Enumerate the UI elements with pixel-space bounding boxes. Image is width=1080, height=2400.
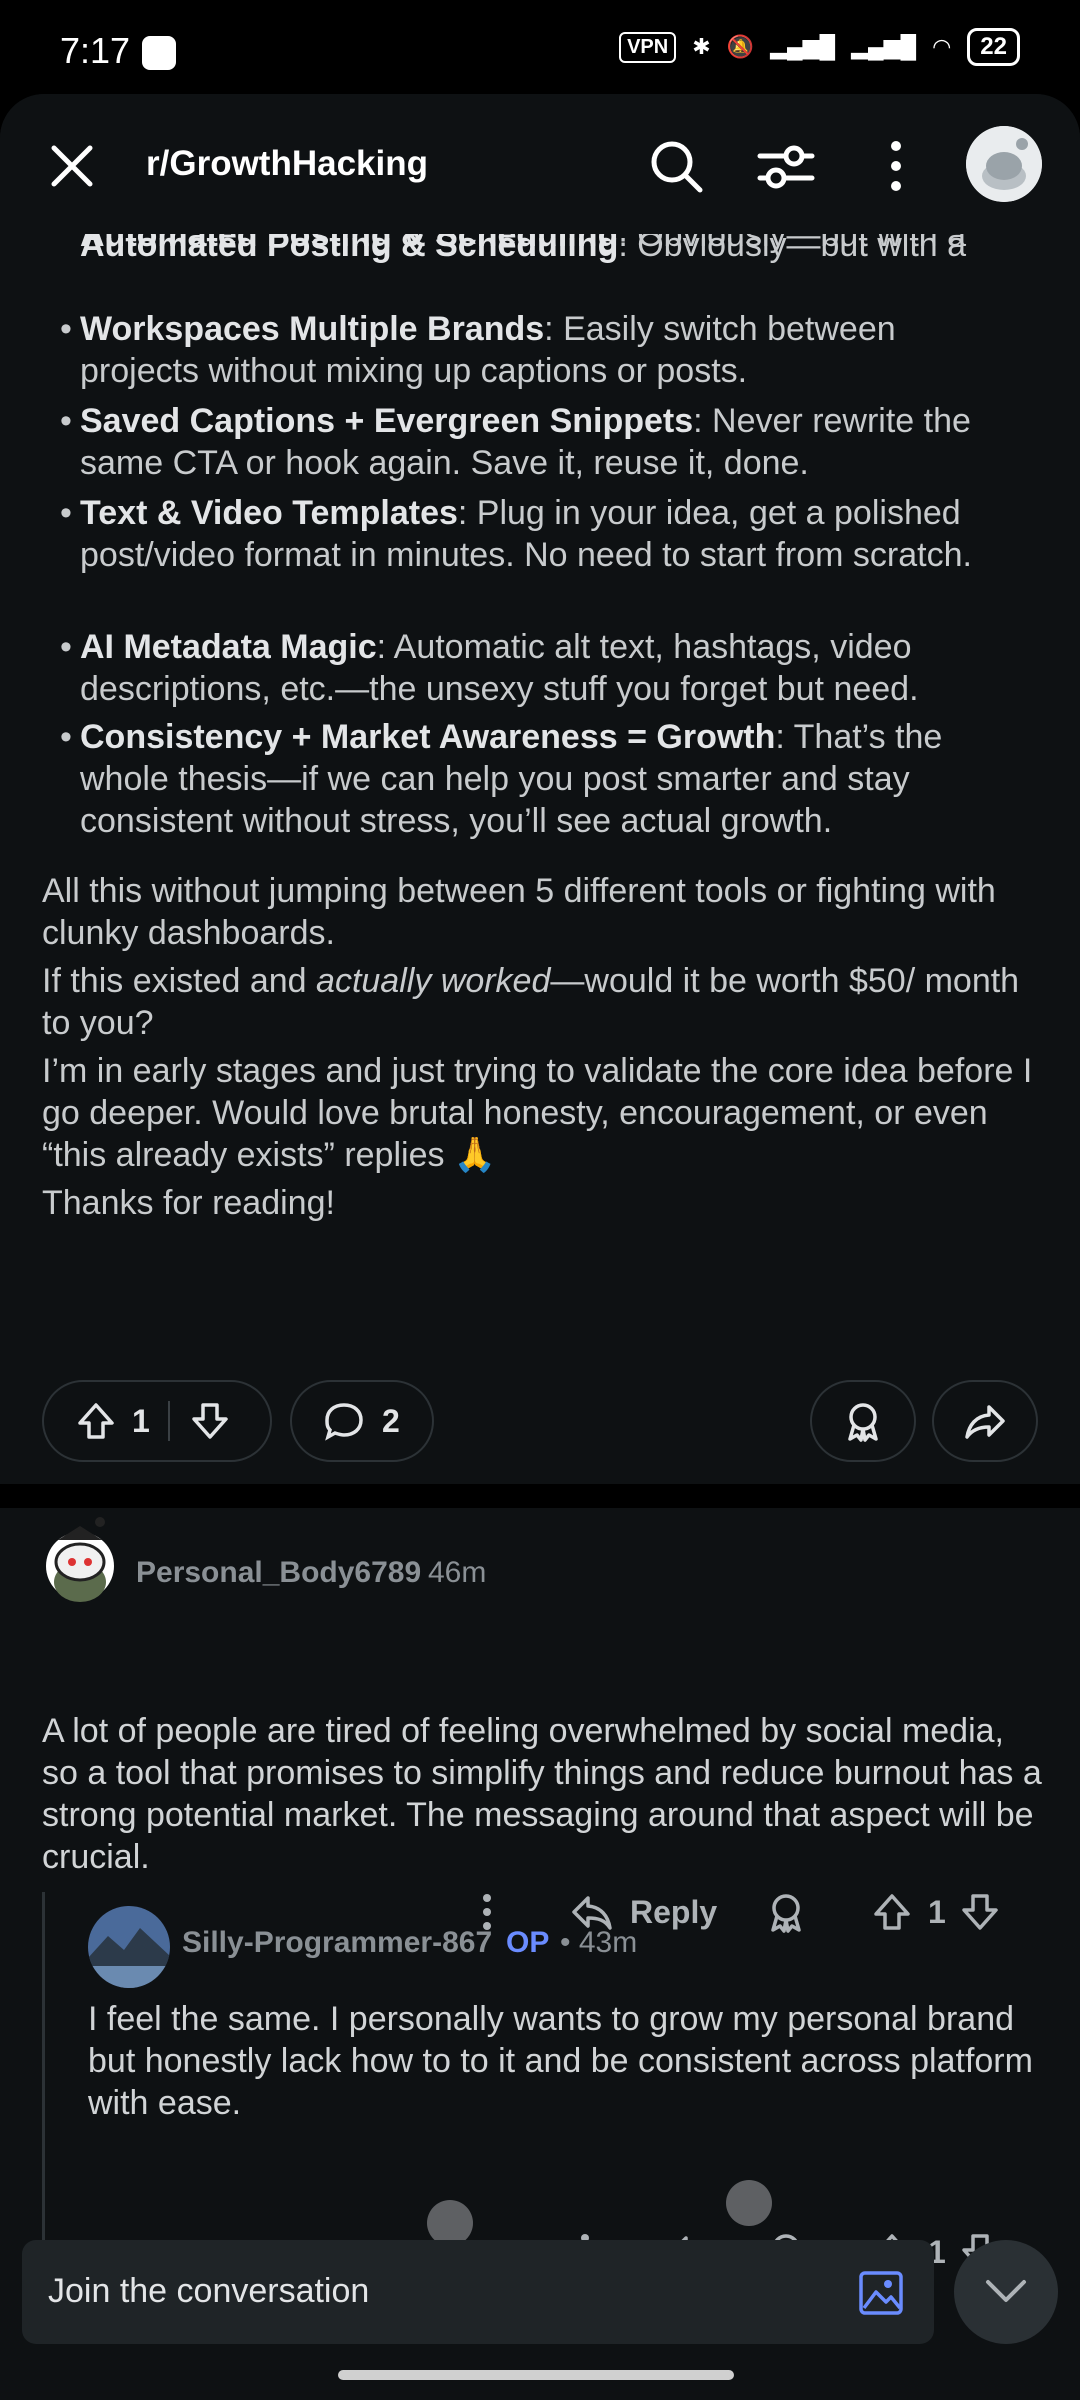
user-avatar[interactable]: [966, 126, 1042, 202]
bullet-bold: Text & Video Templates: [80, 494, 458, 532]
post-text: If this existed and: [42, 962, 317, 1000]
comment-time: • 43m: [560, 1926, 638, 1959]
share-icon: [963, 1399, 1007, 1443]
comment-composer[interactable]: Join the conversation: [22, 2240, 934, 2344]
bullet-item: • Workspaces Multiple Brands: Easily swit…: [60, 310, 896, 390]
post-paragraph: Thanks for reading!: [42, 1184, 335, 1222]
comment-author[interactable]: Personal_Body6789: [136, 1556, 421, 1590]
vote-divider: [167, 1401, 170, 1441]
bluetooth-icon: ✱: [692, 34, 711, 59]
subreddit-title[interactable]: r/GrowthHacking: [146, 144, 428, 184]
wifi-icon: ◠: [932, 34, 952, 59]
post-paragraph: If this existed and actually worked—woul…: [42, 960, 1042, 1044]
vote-bar: 1: [42, 1380, 272, 1462]
chevron-down-icon: [984, 2274, 1028, 2310]
search-icon[interactable]: [644, 134, 708, 198]
bullet-bold: Consistency + Market Awareness = Growth: [80, 718, 776, 756]
upvote-icon[interactable]: [74, 1399, 118, 1443]
status-time: 7:17: [60, 30, 131, 71]
app-notification-icon: [142, 36, 176, 70]
comment-award-icon[interactable]: [764, 1890, 808, 1934]
more-options-icon[interactable]: [864, 134, 928, 198]
battery-icon: 22: [967, 28, 1020, 66]
close-icon[interactable]: [42, 136, 102, 196]
comment-icon: [322, 1399, 366, 1443]
scroll-down-button[interactable]: [954, 2240, 1058, 2344]
op-badge: OP: [506, 1926, 550, 1959]
add-image-icon[interactable]: [858, 2270, 904, 2316]
comment-body: I feel the same. I personally wants to g…: [88, 2000, 1033, 2122]
comment-time: 46m: [428, 1556, 487, 1589]
comment-author[interactable]: Silly-Programmer-867: [182, 1926, 492, 1960]
award-icon: [841, 1399, 885, 1443]
comment-vote-count: 1: [928, 1893, 946, 1930]
post-paragraph: I’m in early stages and just trying to v…: [42, 1052, 1033, 1174]
comment-body: A lot of people are tired of feeling ove…: [42, 1712, 1042, 1876]
vpn-icon: VPN: [619, 31, 677, 63]
downvote-icon[interactable]: [188, 1399, 232, 1443]
signal-2-icon: ▂▄▆█: [851, 34, 917, 59]
commenter-avatar[interactable]: [34, 1516, 124, 1610]
post-paragraph: All this without jumping between 5 diffe…: [42, 872, 996, 952]
comment-vote-bar: 1: [870, 1890, 1002, 1934]
downvote-icon[interactable]: [958, 1890, 1002, 1934]
composer-placeholder: Join the conversation: [48, 2272, 370, 2310]
section-divider: [0, 1484, 1080, 1508]
mute-icon: 🔕: [726, 34, 755, 59]
comment-count: 2: [382, 1402, 400, 1439]
bullet-bold: AI Metadata Magic: [80, 628, 377, 666]
award-button[interactable]: [810, 1380, 916, 1462]
reply-label: Reply: [630, 1893, 718, 1930]
top-bar: r/GrowthHacking: [0, 94, 1080, 234]
bullet-item: • AI Metadata Magic: Automatic alt text, …: [60, 628, 919, 708]
touch-indicator: [726, 2180, 772, 2226]
bullet-item: • Consistency + Market Awareness = Growth…: [60, 718, 943, 840]
post-emphasis: actually worked: [316, 962, 551, 1000]
status-icons: VPN ✱ 🔕 ▂▄▆█ ▂▄▆█ ◠ 22: [619, 28, 1020, 66]
bullet-bold: Workspaces Multiple Brands: [80, 310, 545, 348]
bullet-bold: Saved Captions + Evergreen Snippets: [80, 402, 694, 440]
upvote-icon[interactable]: [870, 1890, 914, 1934]
status-bar: 7:17 VPN ✱ 🔕 ▂▄▆█ ▂▄▆█ ◠ 22: [0, 0, 1080, 96]
post-sheet: r/GrowthHacking Automated Posting & Sche…: [0, 94, 1080, 2400]
sort-filter-icon[interactable]: [754, 134, 818, 198]
bullet-item: • Saved Captions + Evergreen Snippets: Ne…: [60, 402, 971, 482]
share-button[interactable]: [932, 1380, 1038, 1462]
commenter-avatar[interactable]: [88, 1906, 170, 1988]
bullet-item: • Text & Video Templates: Plug in your id…: [60, 494, 972, 574]
vote-count: 1: [132, 1402, 150, 1439]
home-indicator[interactable]: [338, 2370, 734, 2380]
comments-button[interactable]: 2: [290, 1380, 434, 1462]
signal-icon: ▂▄▆█: [770, 34, 836, 59]
